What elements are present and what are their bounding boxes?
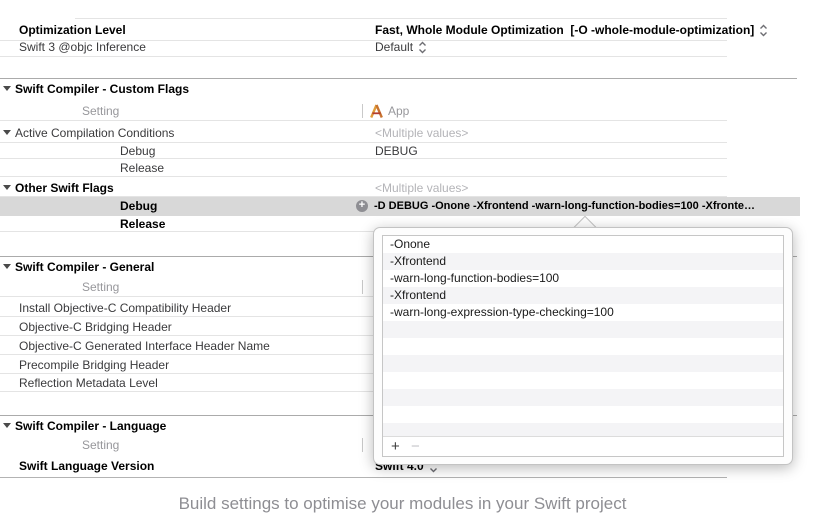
disclosure-triangle-icon[interactable] <box>3 86 11 91</box>
target-name-label: App <box>388 102 409 120</box>
row-optimization-level[interactable]: Optimization Level Fast, Whole Module Op… <box>0 21 825 39</box>
inference-value-text: Default <box>375 38 413 56</box>
flag-list-item[interactable]: -warn-long-expression-type-checking=100 <box>383 304 783 321</box>
optimization-value-text: Fast, Whole Module Optimization [-O -who… <box>375 21 754 39</box>
flag-list-item[interactable]: -Xfrontend <box>383 287 783 304</box>
column-header-row: Setting App <box>0 102 825 120</box>
build-settings-screen: Optimization Level Fast, Whole Module Op… <box>0 0 825 528</box>
row-acc-release[interactable]: Release <box>0 159 825 177</box>
flags-list-box: -Onone -Xfrontend -warn-long-function-bo… <box>382 235 784 457</box>
setting-label: Precompile Bridging Header <box>19 356 169 374</box>
setting-label: Reflection Metadata Level <box>19 374 158 392</box>
disclosure-triangle-icon[interactable] <box>3 423 11 428</box>
remove-flag-button[interactable]: − <box>411 437 420 456</box>
setting-value[interactable]: Default <box>375 38 427 56</box>
row-separator <box>0 176 727 177</box>
disclosure-triangle-icon[interactable] <box>3 264 11 269</box>
row-active-compilation-conditions[interactable]: Active Compilation Conditions <Multiple … <box>0 124 825 142</box>
section-title: Swift Compiler - Language <box>15 417 166 435</box>
flag-list-item[interactable]: -warn-long-function-bodies=100 <box>383 270 783 287</box>
setting-label: Swift 3 @objc Inference <box>19 38 146 56</box>
section-header-custom-flags[interactable]: Swift Compiler - Custom Flags <box>0 80 825 98</box>
setting-label: Optimization Level <box>19 21 126 39</box>
caption-text: Build settings to optimise your modules … <box>0 494 805 514</box>
flag-list-item[interactable]: -Onone <box>383 236 783 253</box>
section-divider <box>0 78 797 79</box>
multiple-values-text: <Multiple values> <box>375 179 468 197</box>
row-osf-debug-selected[interactable]: Debug + -D DEBUG -Onone -Xfrontend -warn… <box>0 197 800 216</box>
setting-column-header: Setting <box>82 102 119 120</box>
stepper-icon[interactable] <box>759 24 768 37</box>
setting-column-header: Setting <box>82 436 119 454</box>
osf-debug-value[interactable]: -D DEBUG -Onone -Xfrontend -warn-long-fu… <box>374 197 794 216</box>
column-divider <box>362 438 363 452</box>
config-label: Release <box>120 159 164 177</box>
popover-footer: + − <box>383 436 783 456</box>
row-separator <box>0 477 727 478</box>
section-title: Swift Compiler - Custom Flags <box>15 80 189 98</box>
setting-column-header: Setting <box>82 278 119 296</box>
disclosure-triangle-icon[interactable] <box>3 185 11 190</box>
flags-popover: -Onone -Xfrontend -warn-long-function-bo… <box>373 227 793 465</box>
plus-glyph: + <box>359 199 365 211</box>
section-title: Swift Compiler - General <box>15 258 154 276</box>
setting-label: Install Objective-C Compatibility Header <box>19 299 231 317</box>
multiple-values-text: <Multiple values> <box>375 124 468 142</box>
setting-label: Other Swift Flags <box>15 179 114 197</box>
setting-label: Active Compilation Conditions <box>15 124 174 142</box>
column-divider <box>362 104 363 118</box>
disclosure-triangle-icon[interactable] <box>3 130 11 135</box>
app-target-icon <box>369 104 384 119</box>
stepper-icon[interactable] <box>418 41 427 54</box>
add-flag-button[interactable]: + <box>391 437 400 456</box>
setting-label: Swift Language Version <box>19 457 154 475</box>
column-divider <box>362 280 363 294</box>
setting-value[interactable]: Fast, Whole Module Optimization [-O -who… <box>375 21 768 39</box>
row-separator <box>75 18 727 19</box>
row-other-swift-flags[interactable]: Other Swift Flags <Multiple values> <box>0 179 825 197</box>
setting-label: Objective-C Generated Interface Header N… <box>19 337 270 355</box>
config-label: Debug <box>120 197 157 216</box>
row-swift3-inference[interactable]: Swift 3 @objc Inference Default <box>0 38 825 56</box>
flag-list-item[interactable]: -Xfrontend <box>383 253 783 270</box>
setting-label: Objective-C Bridging Header <box>19 318 172 336</box>
flags-list: -Onone -Xfrontend -warn-long-function-bo… <box>383 236 783 436</box>
plus-circle-icon[interactable]: + <box>356 200 368 212</box>
row-separator <box>0 56 727 57</box>
row-separator <box>0 120 727 121</box>
